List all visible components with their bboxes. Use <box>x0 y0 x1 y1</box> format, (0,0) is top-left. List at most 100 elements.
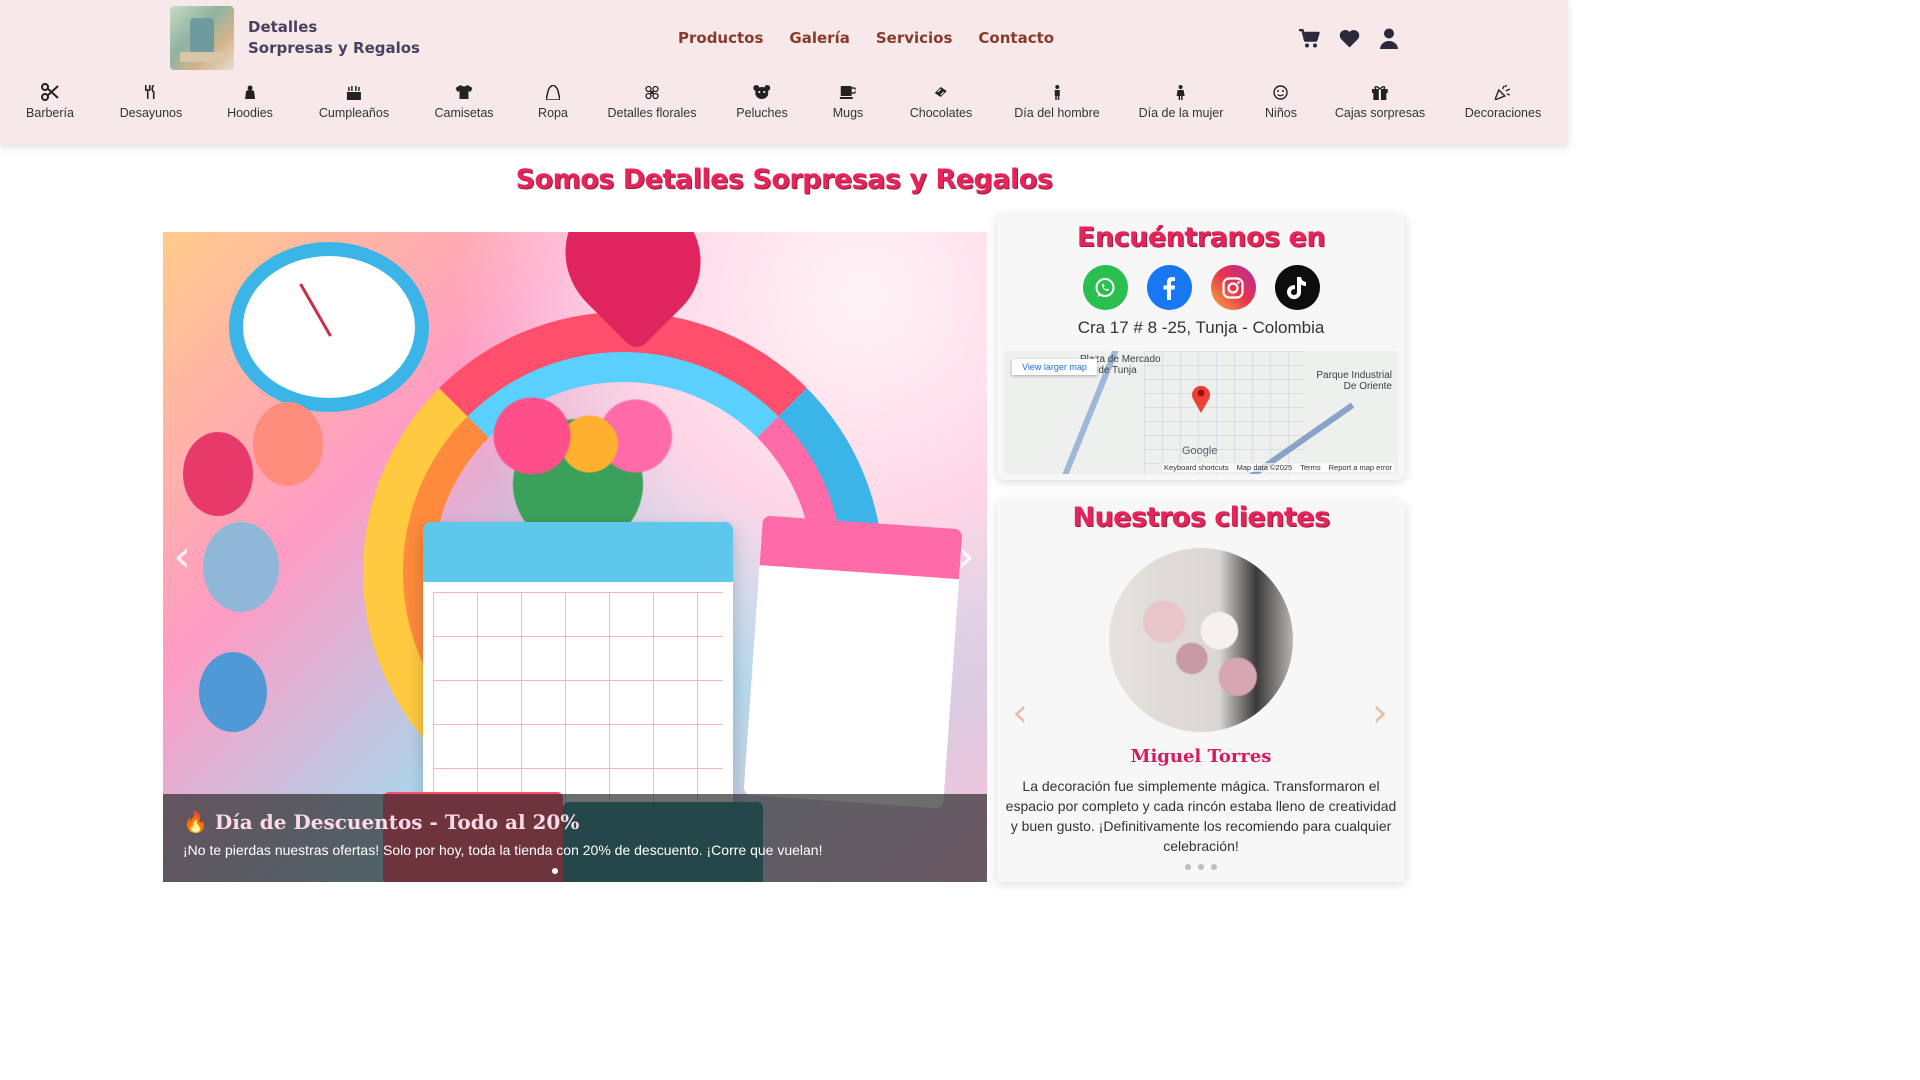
category-label: Cajas sorpresas <box>1334 106 1426 120</box>
category-label: Camisetas <box>434 106 494 120</box>
hero-image-balloon <box>253 402 323 486</box>
testimonial-dot[interactable] <box>1185 864 1191 870</box>
page-title: Somos Detalles Sorpresas y Regalos <box>515 164 1053 195</box>
category-detalles-florales[interactable]: Detalles florales <box>607 82 697 120</box>
hero-carousel[interactable]: ‹ › 🔥 Día de Descuentos - Todo al 20% ¡N… <box>163 232 987 882</box>
party-popper-icon <box>1495 82 1511 102</box>
category-barberia[interactable]: Barbería <box>26 82 74 120</box>
view-larger-map-link[interactable]: View larger map <box>1012 359 1097 375</box>
child-face-icon <box>1273 82 1289 102</box>
category-hoodies[interactable]: Hoodies <box>227 82 273 120</box>
category-label: Día del hombre <box>1014 106 1100 120</box>
map-pin-icon[interactable] <box>1190 383 1212 417</box>
hero-caption-text: ¡No te pierdas nuestras ofertas! Solo po… <box>183 842 823 858</box>
clothes-icon <box>545 82 560 102</box>
brand-logo[interactable] <box>170 6 234 70</box>
flower-icon <box>645 82 660 102</box>
category-label: Niños <box>1265 106 1297 120</box>
map-footer: Keyboard shortcuts Map data ©2025 Terms … <box>1162 463 1394 472</box>
hero-caption-title: 🔥 Día de Descuentos - Todo al 20% <box>183 810 580 834</box>
hero-image-balloon <box>183 432 253 516</box>
user-icon[interactable] <box>1378 26 1400 50</box>
hero-image-bouquet <box>463 372 693 532</box>
hero-image-clock <box>229 242 429 412</box>
nav-servicios[interactable]: Servicios <box>876 29 953 47</box>
instagram-icon[interactable] <box>1210 265 1256 310</box>
clients-testimonial-card: Nuestros clientes ‹ › Miguel Torres La d… <box>997 500 1405 882</box>
candy-icon <box>933 82 949 102</box>
site-header: Detalles Sorpresas y Regalos Productos G… <box>0 0 1568 144</box>
category-cumpleanos[interactable]: Cumpleaños <box>319 82 389 120</box>
map-data-credit: Map data ©2025 <box>1236 463 1293 472</box>
category-mugs[interactable]: Mugs <box>832 82 864 120</box>
mug-icon <box>839 82 856 102</box>
nav-productos[interactable]: Productos <box>678 29 763 47</box>
category-label: Cumpleaños <box>318 106 390 120</box>
category-ninos[interactable]: Niños <box>1265 82 1297 120</box>
google-logo: Google <box>1182 445 1218 457</box>
hero-image-balloon <box>203 522 279 612</box>
client-quote: La decoración fue simplemente mágica. Tr… <box>1005 778 1397 854</box>
category-label: Día de la mujer <box>1138 106 1224 120</box>
category-label: Decoraciones <box>1464 106 1542 120</box>
category-desayunos[interactable]: Desayunos <box>119 82 183 120</box>
map-keyboard-shortcuts[interactable]: Keyboard shortcuts <box>1164 463 1229 472</box>
hero-image-balloon <box>199 652 267 732</box>
find-us-title: Encuéntranos en <box>1076 222 1326 253</box>
client-name: Miguel Torres <box>1130 746 1272 767</box>
brand-name[interactable]: Detalles Sorpresas y Regalos <box>248 17 420 59</box>
hero-caption: 🔥 Día de Descuentos - Todo al 20% ¡No te… <box>163 794 987 882</box>
testimonial-next-arrow[interactable]: › <box>1367 690 1393 736</box>
utensils-icon <box>145 82 157 102</box>
category-camisetas[interactable]: Camisetas <box>434 82 494 120</box>
category-bar: Barbería Desayunos Hoodies Cumpleaños Ca… <box>0 82 1568 128</box>
category-cajas-sorpresas[interactable]: Cajas sorpresas <box>1335 82 1425 120</box>
hero-image-calendar-small <box>743 515 963 809</box>
tiktok-icon[interactable] <box>1274 265 1320 310</box>
category-dia-del-hombre[interactable]: Día del hombre <box>1014 82 1100 120</box>
map-report-error-link[interactable]: Report a map error <box>1329 463 1392 472</box>
man-icon <box>1053 82 1061 102</box>
scissors-icon <box>40 82 59 102</box>
hero-prev-arrow[interactable]: ‹ <box>167 532 197 582</box>
hoodie-icon <box>244 82 256 102</box>
cart-icon[interactable] <box>1298 26 1320 50</box>
hero-indicator-dot[interactable] <box>552 868 558 874</box>
birthday-cake-icon <box>346 82 362 102</box>
tshirt-icon <box>455 82 473 102</box>
nav-contacto[interactable]: Contacto <box>978 29 1054 47</box>
category-label: Barbería <box>26 106 74 120</box>
facebook-icon[interactable] <box>1146 265 1192 310</box>
category-label: Mugs <box>832 106 864 120</box>
category-label: Hoodies <box>227 106 273 120</box>
embedded-map[interactable]: Plaza de Mercado Sur de Tunja Parque Ind… <box>1004 351 1398 474</box>
category-ropa[interactable]: Ropa <box>538 82 568 120</box>
teddy-bear-icon <box>753 82 771 102</box>
category-label: Ropa <box>538 106 568 120</box>
whatsapp-icon[interactable] <box>1082 265 1128 310</box>
testimonial-indicators <box>997 864 1405 870</box>
category-label: Desayunos <box>119 106 183 120</box>
clients-title: Nuestros clientes <box>1072 502 1330 533</box>
map-terms-link[interactable]: Terms <box>1300 463 1320 472</box>
brand[interactable]: Detalles Sorpresas y Regalos <box>170 6 420 70</box>
category-label: Detalles florales <box>607 106 697 120</box>
social-links <box>997 265 1405 310</box>
category-dia-de-la-mujer[interactable]: Día de la mujer <box>1138 82 1224 120</box>
hero-next-arrow[interactable]: › <box>951 532 981 582</box>
category-chocolates[interactable]: Chocolates <box>909 82 973 120</box>
nav-galeria[interactable]: Galería <box>789 29 849 47</box>
testimonial-prev-arrow[interactable]: ‹ <box>1007 690 1033 736</box>
category-peluches[interactable]: Peluches <box>736 82 788 120</box>
brand-name-line1: Detalles <box>248 18 318 36</box>
category-decoraciones[interactable]: Decoraciones <box>1465 82 1541 120</box>
category-label: Chocolates <box>909 106 973 120</box>
testimonial-dot[interactable] <box>1198 864 1204 870</box>
testimonial-dot[interactable] <box>1211 864 1217 870</box>
header-actions <box>1298 26 1400 50</box>
brand-name-line2: Sorpresas y Regalos <box>248 39 420 57</box>
client-photo <box>1109 548 1293 732</box>
gift-icon <box>1371 82 1388 102</box>
heart-icon[interactable] <box>1338 26 1360 50</box>
map-place-label: Parque Industrial De Oriente <box>1316 370 1392 392</box>
